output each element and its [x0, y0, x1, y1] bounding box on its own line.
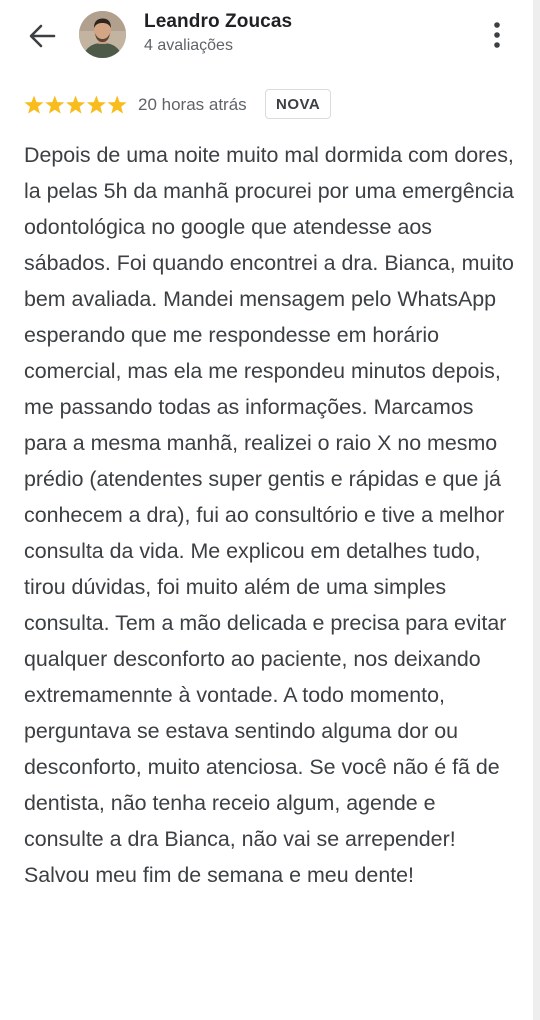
new-badge: NOVA [265, 89, 332, 119]
star-icon [45, 95, 65, 114]
review-text: Depois de uma noite muito mal dormida co… [24, 143, 514, 887]
reviewer-review-count: 4 avaliações [144, 37, 233, 54]
review-meta: 20 horas atrás NOVA [24, 89, 524, 121]
review-time: 20 horas atrás [138, 95, 247, 114]
star-icon [107, 95, 127, 114]
arrow-back-icon [29, 24, 56, 48]
more-options-button[interactable] [486, 20, 508, 50]
star-rating [24, 95, 127, 114]
star-icon [86, 95, 106, 114]
star-icon [66, 95, 86, 114]
reviewer-name[interactable]: Leandro Zoucas [144, 11, 292, 33]
star-icon [24, 95, 44, 114]
review-header: Leandro Zoucas 4 avaliações [0, 0, 540, 70]
scrollbar[interactable] [533, 0, 540, 1020]
avatar[interactable] [79, 11, 126, 58]
back-button[interactable] [22, 18, 62, 54]
more-vert-icon [494, 22, 500, 48]
avatar-photo [79, 11, 126, 58]
